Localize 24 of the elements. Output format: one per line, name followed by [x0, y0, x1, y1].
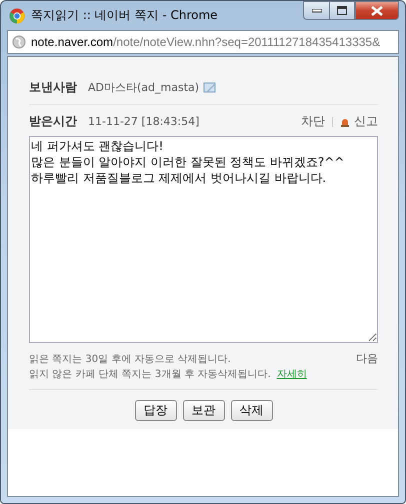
maximize-icon	[337, 6, 347, 15]
sender-name: AD마스타(ad_masta)	[88, 80, 200, 95]
received-time: 11-11-27 [18:43:54]	[88, 115, 200, 128]
minimize-icon	[312, 8, 322, 12]
delete-button[interactable]: 삭제	[230, 400, 272, 421]
notice-text: 읽지 않은 카페 단체 쪽지는 3개월 후 자동삭제됩니다.	[29, 368, 271, 380]
message-field[interactable]: 네 퍼가셔도 괜찮습니다! 많은 분들이 알아야지 이러한 잘못된 정책도 바뀌겠죠?^^ 하루빨리 저품질블로그 제제에서 벗어나시길 바랍니다.	[29, 136, 378, 343]
reply-button[interactable]: 답장	[134, 400, 176, 421]
siren-icon	[340, 116, 350, 126]
address-bar[interactable]: note.naver.com/note/noteView.nhn?seq=2011112718435413335&	[7, 30, 399, 54]
report-link[interactable]: 신고	[354, 113, 378, 130]
globe-icon	[12, 35, 26, 49]
field-label: 받은시간	[29, 113, 78, 130]
minimize-button[interactable]	[303, 1, 329, 20]
maximize-button[interactable]	[329, 1, 355, 20]
window-title: 쪽지읽기 :: 네이버 쪽지 - Chrome	[31, 7, 219, 24]
block-link[interactable]: 차단	[301, 113, 325, 130]
notice-text: 읽은 쪽지는 30일 후에 자동으로 삭제됩니다.	[29, 352, 231, 366]
field-label: 보낸사람	[29, 79, 78, 96]
close-button[interactable]	[355, 1, 399, 20]
save-button[interactable]: 보관	[182, 400, 224, 421]
next-link[interactable]: 다음	[356, 351, 378, 366]
close-icon	[371, 6, 383, 16]
browser-logo-icon	[9, 8, 25, 24]
